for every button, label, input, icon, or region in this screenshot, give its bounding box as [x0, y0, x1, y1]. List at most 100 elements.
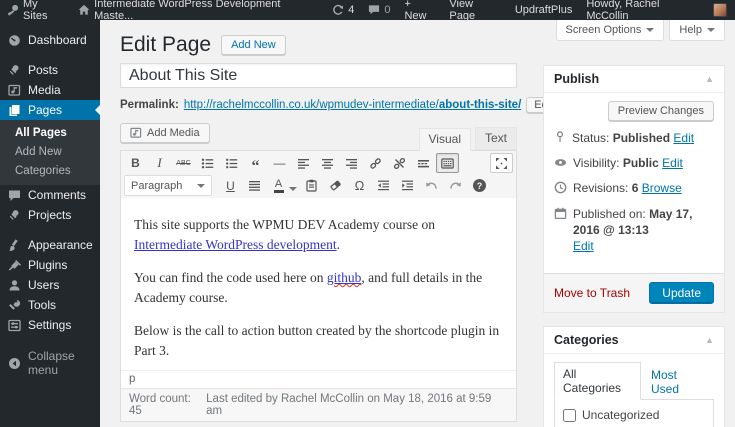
outdent-button[interactable]: [372, 176, 395, 196]
wrench-icon: [9, 299, 21, 310]
sidebar-item-appearance[interactable]: Appearance: [0, 235, 100, 255]
sidebar-item-media[interactable]: Media: [0, 80, 100, 100]
bold-button[interactable]: B: [124, 153, 147, 173]
intermediate-wordpress-link[interactable]: Intermediate WordPress development: [134, 237, 337, 252]
align-center-button[interactable]: [316, 153, 339, 173]
remove-link-button[interactable]: [388, 153, 411, 173]
align-right-icon: [346, 158, 357, 169]
horizontal-rule-button[interactable]: —: [268, 153, 291, 173]
sidebar-item-posts[interactable]: Posts: [0, 60, 100, 80]
edit-status-link[interactable]: Edit: [673, 131, 694, 145]
sidebar-item-settings[interactable]: Settings: [0, 315, 100, 335]
text-tab[interactable]: Text: [474, 127, 517, 150]
revisions-clock-icon: [554, 181, 567, 194]
move-to-trash-link[interactable]: Move to Trash: [554, 286, 630, 300]
toolbar-toggle-button[interactable]: [436, 153, 459, 173]
updraftplus-menu[interactable]: UpdraftPlus: [508, 0, 579, 20]
collapse-icon: [9, 357, 20, 369]
add-new-button[interactable]: Add New: [221, 35, 286, 55]
edit-visibility-link[interactable]: Edit: [662, 156, 683, 170]
chevron-down-icon: [646, 28, 655, 36]
submenu-categories[interactable]: Categories: [0, 162, 100, 181]
update-button[interactable]: Update: [649, 282, 714, 305]
undo-button[interactable]: [420, 176, 443, 196]
italic-button[interactable]: I: [148, 153, 171, 173]
element-path[interactable]: p: [121, 370, 516, 388]
align-right-button[interactable]: [340, 153, 363, 173]
text-color-dropdown-icon[interactable]: [289, 186, 297, 195]
paragraph-format-select[interactable]: Paragraph: [124, 175, 212, 196]
chevron-down-icon: [707, 28, 715, 36]
bullet-list-button[interactable]: [196, 153, 219, 173]
category-checkbox-row[interactable]: Uncategorized: [563, 408, 705, 422]
new-menu[interactable]: + New: [397, 0, 442, 22]
bullet-list-icon: [201, 158, 214, 168]
collapse-toggle-icon[interactable]: ▲: [705, 74, 714, 84]
justify-button[interactable]: [243, 176, 266, 196]
link-icon: [370, 157, 381, 169]
read-more-button[interactable]: [412, 153, 435, 173]
permalink-row: Permalink: http://rachelmccollin.co.uk/w…: [120, 97, 562, 113]
clear-formatting-button[interactable]: [324, 176, 347, 196]
editor-content[interactable]: This site supports the WPMU DEV Academy …: [121, 198, 516, 370]
user-avatar[interactable]: [713, 3, 728, 17]
editor-statusbar: Word count: 45 Last edited by Rachel McC…: [121, 388, 516, 421]
paragraph: This site supports the WPMU DEV Academy …: [134, 217, 435, 252]
collapse-toggle-icon[interactable]: ▲: [705, 335, 714, 345]
admin-sidebar: Dashboard Posts Media Pages All Pages Ad…: [0, 20, 100, 427]
sidebar-item-projects[interactable]: Projects: [0, 205, 100, 225]
align-left-button[interactable]: [292, 153, 315, 173]
submenu-all-pages[interactable]: All Pages: [0, 124, 100, 143]
insert-link-button[interactable]: [364, 153, 387, 173]
screen-meta-links: Screen Options Help: [555, 20, 725, 41]
submenu-add-new[interactable]: Add New: [0, 143, 100, 162]
my-sites-menu[interactable]: My Sites: [0, 0, 71, 22]
edit-published-date-link[interactable]: Edit: [573, 239, 594, 253]
sidebar-item-pages[interactable]: Pages: [0, 100, 100, 120]
site-name-menu[interactable]: Intermediate WordPress Development Maste…: [71, 0, 325, 22]
text-color-button[interactable]: A: [267, 176, 290, 196]
editor: Add Media Visual Text B I ABC “ — Paragr…: [120, 123, 517, 422]
strikethrough-button[interactable]: ABC: [172, 153, 195, 173]
pages-icon: [9, 104, 20, 116]
most-used-tab[interactable]: Most Used: [641, 364, 714, 400]
post-title-input[interactable]: [120, 63, 517, 88]
categories-box-title: Categories: [554, 333, 619, 348]
distraction-free-button[interactable]: [490, 153, 513, 173]
all-categories-tab[interactable]: All Categories: [554, 362, 642, 401]
uncategorized-checkbox[interactable]: [563, 408, 576, 422]
redo-button[interactable]: [444, 176, 467, 196]
underline-button[interactable]: U: [219, 176, 242, 196]
howdy-account-menu[interactable]: Howdy, Rachel McCollin: [579, 0, 709, 22]
key-icon: [7, 4, 19, 16]
visual-tab[interactable]: Visual: [418, 128, 471, 151]
sidebar-item-dashboard[interactable]: Dashboard: [0, 30, 100, 50]
github-link[interactable]: github: [327, 270, 362, 285]
read-more-icon: [418, 159, 429, 167]
screen-options-button[interactable]: Screen Options: [555, 20, 665, 41]
add-media-button[interactable]: Add Media: [120, 123, 210, 143]
preview-changes-button[interactable]: Preview Changes: [607, 101, 714, 121]
home-icon: [78, 4, 90, 15]
blockquote-button[interactable]: “: [244, 153, 267, 175]
sidebar-item-tools[interactable]: Tools: [0, 295, 100, 315]
browse-revisions-link[interactable]: Browse: [642, 181, 682, 195]
page-title: Edit Page: [120, 33, 212, 56]
keyboard-shortcuts-button[interactable]: ?: [468, 176, 491, 196]
last-edited: Last edited by Rachel McCollin on May 18…: [206, 393, 492, 417]
indent-button[interactable]: [396, 176, 419, 196]
numbered-list-button[interactable]: [220, 153, 243, 173]
page-header: Edit Page Add New: [120, 33, 286, 57]
comments-menu[interactable]: 0: [361, 0, 397, 20]
help-button[interactable]: Help: [669, 20, 725, 41]
pages-submenu: All Pages Add New Categories: [0, 120, 100, 185]
sidebar-item-comments[interactable]: Comments: [0, 185, 100, 205]
special-character-button[interactable]: Ω: [348, 176, 371, 196]
permalink-link[interactable]: http://rachelmccollin.co.uk/wpmudev-inte…: [184, 99, 521, 111]
collapse-menu-button[interactable]: Collapse menu: [0, 349, 100, 377]
sidebar-item-users[interactable]: Users: [0, 275, 100, 295]
view-page-menu[interactable]: View Page: [442, 0, 507, 22]
sidebar-item-plugins[interactable]: Plugins: [0, 255, 100, 275]
paste-as-text-button[interactable]: [300, 176, 323, 196]
updates-menu[interactable]: 4: [325, 0, 361, 20]
